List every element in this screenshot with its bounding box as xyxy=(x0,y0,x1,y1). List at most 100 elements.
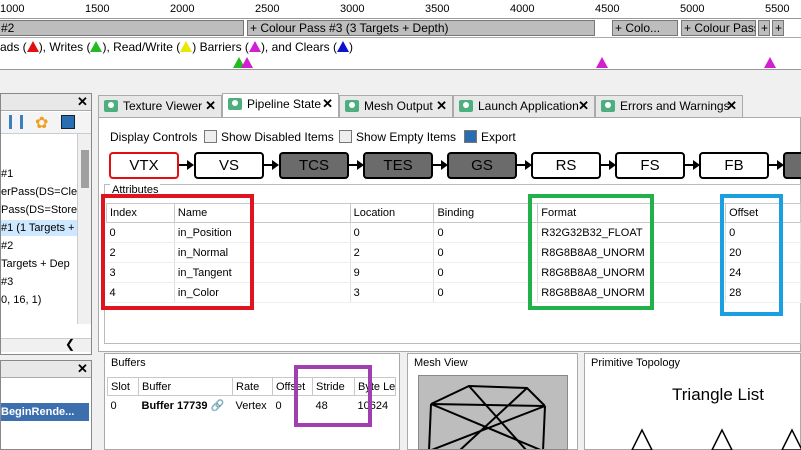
pass-block[interactable]: + xyxy=(772,20,784,36)
close-icon[interactable]: ✕ xyxy=(322,94,333,114)
save-icon xyxy=(464,130,477,143)
buffers-title: Buffers xyxy=(111,357,146,369)
tab-pipeline-state[interactable]: Pipeline State ✕ xyxy=(222,93,339,117)
save-icon[interactable] xyxy=(61,115,75,129)
close-icon[interactable]: ✕ xyxy=(726,96,737,116)
cell-binding: 0 xyxy=(433,242,539,263)
arrow-icon xyxy=(272,160,279,170)
bars-icon[interactable] xyxy=(9,115,23,129)
stage-arrow xyxy=(433,164,441,166)
stage-arrow xyxy=(685,164,693,166)
stage-fs[interactable]: FS xyxy=(615,152,685,179)
stage-tcs[interactable]: TCS xyxy=(279,152,349,179)
stage-tes[interactable]: TES xyxy=(363,152,433,179)
close-icon[interactable]: ✕ xyxy=(77,361,88,377)
tab-launch-application[interactable]: Launch Application ✕ xyxy=(453,95,595,117)
errors-and-warnings-icon xyxy=(601,100,615,112)
annotation-box-green xyxy=(528,194,654,310)
close-icon[interactable]: ✕ xyxy=(436,96,447,116)
column-header[interactable]: Rate xyxy=(232,377,273,396)
ruler-tick: 2000 xyxy=(170,3,195,15)
lower-left-panel: ✕ BeginRende... xyxy=(0,360,92,450)
page-icon xyxy=(339,130,352,143)
timeline-pass-row: #2 + Colour Pass #3 (3 Targets + Depth) … xyxy=(0,19,801,38)
stage-rs[interactable]: RS xyxy=(531,152,601,179)
ruler-tick: 3500 xyxy=(425,3,450,15)
event-item[interactable]: 0, 16, 1) xyxy=(1,292,77,308)
clear-marker-icon xyxy=(336,41,349,52)
barrier-event-marker[interactable] xyxy=(764,57,776,68)
horizontal-scrollbar[interactable]: ❮ xyxy=(1,337,91,352)
column-header[interactable]: Slot xyxy=(107,377,139,396)
stage-vs[interactable]: VS xyxy=(194,152,264,179)
wireframe-cube-icon xyxy=(428,384,546,449)
show-empty-items-button[interactable]: Show Empty Items xyxy=(339,128,456,146)
cell-location: 2 xyxy=(350,242,435,263)
link-icon[interactable]: 🔗 xyxy=(211,400,225,412)
stage-next[interactable] xyxy=(783,152,801,179)
ruler-tick: 4000 xyxy=(510,3,535,15)
stage-arrow xyxy=(179,164,187,166)
arrow-icon xyxy=(187,160,194,170)
gear-icon[interactable]: ✿ xyxy=(35,113,48,133)
stage-arrow xyxy=(349,164,357,166)
triangle-list-icon xyxy=(631,428,801,450)
stage-vtx[interactable]: VTX xyxy=(109,152,179,179)
primitive-topology-title: Primitive Topology xyxy=(591,357,681,369)
readwrite-marker-icon xyxy=(180,41,193,52)
ruler-tick: 5000 xyxy=(680,3,705,15)
scrollbar-thumb[interactable] xyxy=(81,150,89,188)
event-item[interactable]: Targets + Dep xyxy=(1,256,77,272)
export-button[interactable]: Export xyxy=(464,128,516,146)
show-disabled-items-button[interactable]: Show Disabled Items xyxy=(204,128,334,146)
mesh-preview[interactable] xyxy=(418,375,568,450)
launch-application-icon xyxy=(459,100,473,112)
pass-block[interactable]: + xyxy=(758,20,770,36)
page-icon xyxy=(204,130,217,143)
pass-block[interactable]: + Colo... xyxy=(612,20,678,36)
column-header[interactable]: Buffer xyxy=(138,377,233,396)
column-header[interactable]: Location xyxy=(349,203,435,223)
pass-block[interactable]: #2 xyxy=(0,20,244,36)
tab-errors-and-warnings[interactable]: Errors and Warnings ✕ xyxy=(595,95,743,117)
mesh-view-title: Mesh View xyxy=(414,357,468,369)
chevron-left-icon[interactable]: ❮ xyxy=(65,337,75,351)
annotation-box-red xyxy=(101,194,254,310)
annotation-box-purple xyxy=(294,365,372,427)
event-item-selected[interactable]: #1 (1 Targets + xyxy=(1,220,77,236)
pass-block[interactable]: + Colour Pass #3 (3 Targets + Depth) xyxy=(247,20,595,36)
event-item[interactable]: erPass(DS=Clea xyxy=(1,184,77,200)
tab-strip: Texture Viewer ✕ Pipeline State ✕ Mesh O… xyxy=(96,93,801,117)
event-toolbar: ✿ xyxy=(1,112,91,134)
cell-buffer[interactable]: Buffer 17739 🔗 xyxy=(139,396,233,416)
pipeline-state-icon xyxy=(228,98,242,110)
timeline-ruler: 1000 1500 2000 2500 3000 3500 4000 4500 … xyxy=(0,0,801,19)
close-icon[interactable]: ✕ xyxy=(578,96,589,116)
close-icon[interactable]: ✕ xyxy=(205,96,216,116)
cell-slot: 0 xyxy=(110,399,117,412)
api-call-item-selected[interactable]: BeginRende... xyxy=(1,403,89,421)
event-item[interactable]: #2 xyxy=(1,238,77,254)
stage-arrow xyxy=(517,164,525,166)
event-item[interactable]: #3 xyxy=(1,274,77,290)
tab-mesh-output[interactable]: Mesh Output ✕ xyxy=(339,95,453,117)
event-browser-panel: ✕ ✿ #1 erPass(DS=Clea Pass(DS=Store) #1 … xyxy=(0,93,92,355)
stage-gs[interactable]: GS xyxy=(447,152,517,179)
stage-fb[interactable]: FB xyxy=(699,152,769,179)
event-item[interactable]: #1 xyxy=(1,166,77,182)
barrier-event-marker[interactable] xyxy=(596,57,608,68)
barrier-event-marker[interactable] xyxy=(241,57,253,68)
ruler-tick: 5500 xyxy=(765,3,790,15)
pass-block[interactable]: + Colour Pass... xyxy=(681,20,756,36)
cell-rate: Vertex xyxy=(235,399,267,412)
column-header[interactable]: Binding xyxy=(433,203,539,223)
ruler-tick: 2500 xyxy=(255,3,280,15)
event-item[interactable]: Pass(DS=Store) xyxy=(1,202,77,218)
write-marker-icon xyxy=(90,41,103,52)
stage-arrow xyxy=(769,164,777,166)
display-controls-label: Display Controls xyxy=(110,130,198,144)
close-icon[interactable]: ✕ xyxy=(77,94,88,110)
vertical-scrollbar[interactable] xyxy=(77,134,91,324)
tab-texture-viewer[interactable]: Texture Viewer ✕ xyxy=(98,95,222,117)
topology-value: Triangle List xyxy=(672,385,764,404)
